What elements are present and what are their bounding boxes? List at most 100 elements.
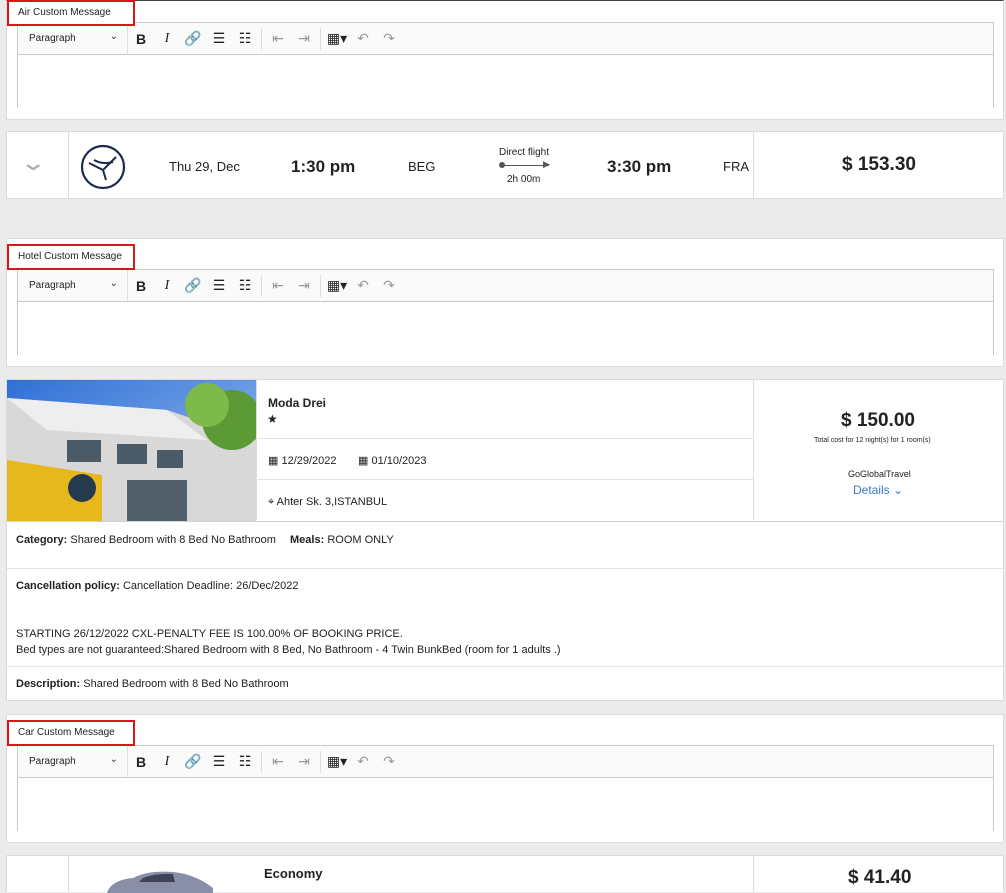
hotel-message-editor[interactable]: Paragraph ⌄ B I 🔗 ☰ ☷ ⇤ ⇥ ▦▾ ↶ ↷ <box>17 269 994 355</box>
hotel-category: Category: Shared Bedroom with 8 Bed No B… <box>16 534 276 546</box>
checkout-date: ▦ 01/10/2023 <box>358 455 427 467</box>
divider <box>68 132 69 198</box>
redo-icon[interactable]: ↷ <box>376 270 402 301</box>
car-price: $ 41.40 <box>848 867 912 888</box>
table-icon[interactable]: ▦▾ <box>324 270 350 301</box>
numbered-list-icon[interactable]: ☷ <box>232 23 258 54</box>
hotel-custom-message-label: Hotel Custom Message <box>7 244 135 270</box>
divider <box>68 856 69 892</box>
chevron-down-icon: ⌄ <box>109 278 118 289</box>
numbered-list-icon[interactable]: ☷ <box>232 746 258 777</box>
outdent-icon[interactable]: ⇤ <box>265 23 291 54</box>
toolbar-divider <box>261 750 262 773</box>
divider <box>7 568 1003 569</box>
outdent-icon[interactable]: ⇤ <box>265 746 291 777</box>
airline-logo <box>80 144 126 190</box>
indent-icon[interactable]: ⇥ <box>291 746 317 777</box>
divider <box>7 666 1003 667</box>
car-category: Economy <box>264 866 323 881</box>
divider <box>256 438 753 439</box>
arrive-time: 3:30 pm <box>607 157 672 176</box>
hotel-price-note: Total cost for 12 night(s) for 1 room(s) <box>814 437 931 444</box>
details-link[interactable]: Details ⌄ <box>853 483 903 497</box>
link-icon[interactable]: 🔗 <box>180 23 206 54</box>
italic-button[interactable]: I <box>154 746 180 777</box>
hotel-price: $ 150.00 <box>841 410 915 431</box>
toolbar-divider <box>320 274 321 297</box>
divider <box>753 856 754 892</box>
toolbar-divider <box>261 27 262 50</box>
divider <box>7 521 1003 522</box>
italic-button[interactable]: I <box>154 270 180 301</box>
hotel-card: Moda Drei ★ ▦ 12/29/2022 ▦ 01/10/2023 ⌖ … <box>6 379 1004 701</box>
undo-icon[interactable]: ↶ <box>350 270 376 301</box>
bullet-list-icon[interactable]: ☰ <box>206 270 232 301</box>
editor-toolbar: Paragraph ⌄ B I 🔗 ☰ ☷ ⇤ ⇥ ▦▾ ↶ ↷ <box>18 23 993 55</box>
indent-icon[interactable]: ⇥ <box>291 23 317 54</box>
hotel-provider: GoGlobalTravel <box>848 469 911 479</box>
divider <box>256 380 257 520</box>
editor-toolbar: Paragraph ⌄ B I 🔗 ☰ ☷ ⇤ ⇥ ▦▾ ↶ ↷ <box>18 270 993 302</box>
toolbar-divider <box>320 750 321 773</box>
chevron-down-icon: ⌄ <box>893 483 904 497</box>
arrive-airport: FRA <box>723 159 749 174</box>
calendar-icon: ▦ <box>358 455 372 467</box>
numbered-list-icon[interactable]: ☷ <box>232 270 258 301</box>
italic-button[interactable]: I <box>154 23 180 54</box>
flight-price: $ 153.30 <box>842 154 916 175</box>
link-icon[interactable]: 🔗 <box>180 746 206 777</box>
policy-line-2: Bed types are not guaranteed:Shared Bedr… <box>16 644 561 656</box>
car-image <box>107 871 213 893</box>
table-icon[interactable]: ▦▾ <box>324 23 350 54</box>
link-icon[interactable]: 🔗 <box>180 270 206 301</box>
bold-button[interactable]: B <box>128 746 154 777</box>
divider <box>753 380 754 520</box>
bullet-list-icon[interactable]: ☰ <box>206 746 232 777</box>
editor-toolbar: Paragraph ⌄ B I 🔗 ☰ ☷ ⇤ ⇥ ▦▾ ↶ ↷ <box>18 746 993 778</box>
hotel-photo <box>7 380 256 521</box>
paragraph-format-select[interactable]: Paragraph ⌄ <box>18 23 128 54</box>
hotel-address: ⌖ Ahter Sk. 3,ISTANBUL <box>268 496 388 508</box>
paragraph-format-select[interactable]: Paragraph ⌄ <box>18 746 128 777</box>
bold-button[interactable]: B <box>128 270 154 301</box>
bold-button[interactable]: B <box>128 23 154 54</box>
divider <box>256 479 753 480</box>
route-arrow-icon: ▶ <box>543 159 550 169</box>
indent-icon[interactable]: ⇥ <box>291 270 317 301</box>
map-pin-icon: ⌖ <box>268 496 277 508</box>
flight-duration: 2h 00m <box>507 174 541 185</box>
editor-text-area[interactable] <box>18 302 993 355</box>
redo-icon[interactable]: ↷ <box>376 23 402 54</box>
cancellation-policy: Cancellation policy: Cancellation Deadli… <box>16 580 299 592</box>
undo-icon[interactable]: ↶ <box>350 23 376 54</box>
hotel-stars: ★ <box>267 412 278 426</box>
hotel-description: Description: Shared Bedroom with 8 Bed N… <box>16 678 289 690</box>
calendar-icon: ▦ <box>268 455 282 467</box>
hotel-name: Moda Drei <box>268 396 327 410</box>
divider <box>753 132 754 198</box>
route-start-dot <box>499 162 505 168</box>
policy-line-1: STARTING 26/12/2022 CXL-PENALTY FEE IS 1… <box>16 628 403 640</box>
expand-chevron-icon[interactable]: ⌄ <box>19 150 47 176</box>
redo-icon[interactable]: ↷ <box>376 746 402 777</box>
depart-airport: BEG <box>408 159 436 174</box>
toolbar-divider <box>261 274 262 297</box>
air-custom-message-label: Air Custom Message <box>7 0 135 26</box>
editor-text-area[interactable] <box>18 778 993 831</box>
bullet-list-icon[interactable]: ☰ <box>206 23 232 54</box>
car-message-editor[interactable]: Paragraph ⌄ B I 🔗 ☰ ☷ ⇤ ⇥ ▦▾ ↶ ↷ <box>17 745 994 831</box>
outdent-icon[interactable]: ⇤ <box>265 270 291 301</box>
flight-type: Direct flight <box>499 147 550 158</box>
editor-text-area[interactable] <box>18 55 993 108</box>
chevron-down-icon: ⌄ <box>109 754 118 765</box>
paragraph-format-select[interactable]: Paragraph ⌄ <box>18 270 128 301</box>
checkin-date: ▦ 12/29/2022 <box>268 455 337 467</box>
flight-date: Thu 29, Dec <box>169 159 240 174</box>
air-message-editor[interactable]: Paragraph ⌄ B I 🔗 ☰ ☷ ⇤ ⇥ ▦▾ ↶ ↷ <box>17 22 994 108</box>
table-icon[interactable]: ▦▾ <box>324 746 350 777</box>
car-card: Economy $ 41.40 <box>6 855 1004 893</box>
chevron-down-icon: ⌄ <box>109 31 118 42</box>
flight-card: ⌄ Thu 29, Dec 1:30 pm BEG Direct flight … <box>6 131 1004 199</box>
depart-time: 1:30 pm <box>291 157 356 176</box>
undo-icon[interactable]: ↶ <box>350 746 376 777</box>
